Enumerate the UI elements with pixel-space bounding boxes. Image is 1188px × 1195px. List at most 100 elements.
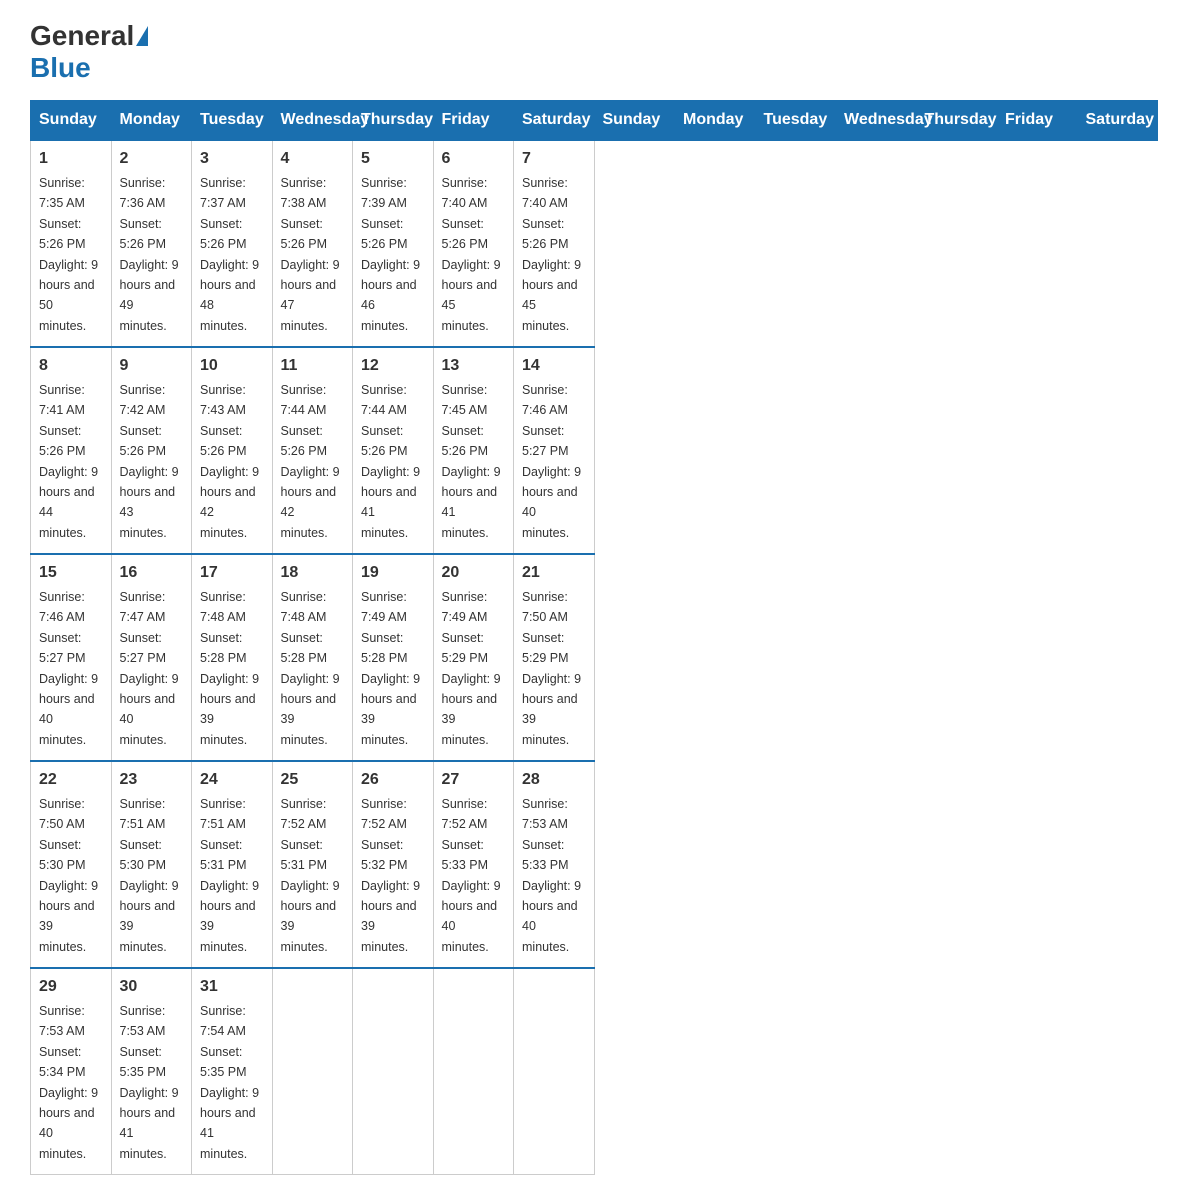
day-number: 16 — [120, 561, 184, 585]
calendar-day-cell: 23Sunrise: 7:51 AMSunset: 5:30 PMDayligh… — [111, 761, 192, 968]
day-header-sunday: Sunday — [594, 101, 675, 141]
day-info: Sunrise: 7:40 AMSunset: 5:26 PMDaylight:… — [522, 176, 581, 333]
day-header-friday: Friday — [997, 101, 1078, 141]
day-header-tuesday: Tuesday — [755, 101, 836, 141]
calendar-day-cell: 27 Sunrise: 7:52 AMSunset: 5:33 PMDayligh… — [433, 761, 514, 968]
calendar-day-cell: 26Sunrise: 7:52 AMSunset: 5:32 PMDayligh… — [353, 761, 434, 968]
day-number: 6 — [442, 147, 506, 171]
day-info: Sunrise: 7:38 AMSunset: 5:26 PMDaylight:… — [281, 176, 340, 333]
calendar-day-cell — [514, 968, 595, 1175]
day-number: 3 — [200, 147, 264, 171]
calendar-week-row: 22 Sunrise: 7:50 AMSunset: 5:30 PMDayligh… — [31, 761, 1158, 968]
day-number: 25 — [281, 768, 345, 792]
logo-triangle-icon — [136, 26, 148, 46]
calendar-day-cell: 28 Sunrise: 7:53 AMSunset: 5:33 PMDayligh… — [514, 761, 595, 968]
calendar-day-cell: 21Sunrise: 7:50 AMSunset: 5:29 PMDayligh… — [514, 554, 595, 761]
day-number: 24 — [200, 768, 264, 792]
day-info: Sunrise: 7:49 AMSunset: 5:29 PMDaylight:… — [442, 590, 501, 747]
day-info: Sunrise: 7:49 AMSunset: 5:28 PMDaylight:… — [361, 590, 420, 747]
day-number: 19 — [361, 561, 425, 585]
day-info: Sunrise: 7:53 AMSunset: 5:35 PMDaylight:… — [120, 1004, 179, 1161]
day-number: 11 — [281, 354, 345, 378]
calendar-day-cell: 14 Sunrise: 7:46 AMSunset: 5:27 PMDayligh… — [514, 347, 595, 554]
calendar-day-cell: 1Sunrise: 7:35 AMSunset: 5:26 PMDaylight… — [31, 140, 112, 347]
day-number: 7 — [522, 147, 586, 171]
logo-blue-text: Blue — [30, 52, 91, 84]
calendar-header-row: SundayMondayTuesdayWednesdayThursdayFrid… — [31, 101, 1158, 141]
day-info: Sunrise: 7:43 AMSunset: 5:26 PMDaylight:… — [200, 383, 259, 540]
calendar-day-cell: 18 Sunrise: 7:48 AMSunset: 5:28 PMDayligh… — [272, 554, 353, 761]
day-header-thursday: Thursday — [916, 101, 997, 141]
day-info: Sunrise: 7:47 AMSunset: 5:27 PMDaylight:… — [120, 590, 179, 747]
day-number: 31 — [200, 975, 264, 999]
day-number: 5 — [361, 147, 425, 171]
day-info: Sunrise: 7:52 AMSunset: 5:33 PMDaylight:… — [442, 797, 501, 954]
day-info: Sunrise: 7:46 AMSunset: 5:27 PMDaylight:… — [522, 383, 581, 540]
calendar-day-cell: 11 Sunrise: 7:44 AMSunset: 5:26 PMDayligh… — [272, 347, 353, 554]
calendar-day-cell: 13 Sunrise: 7:45 AMSunset: 5:26 PMDayligh… — [433, 347, 514, 554]
day-info: Sunrise: 7:42 AMSunset: 5:26 PMDaylight:… — [120, 383, 179, 540]
calendar-day-cell: 9Sunrise: 7:42 AMSunset: 5:26 PMDaylight… — [111, 347, 192, 554]
day-info: Sunrise: 7:45 AMSunset: 5:26 PMDaylight:… — [442, 383, 501, 540]
calendar-day-cell: 10 Sunrise: 7:43 AMSunset: 5:26 PMDayligh… — [192, 347, 273, 554]
calendar-day-cell: 30 Sunrise: 7:53 AMSunset: 5:35 PMDayligh… — [111, 968, 192, 1175]
day-info: Sunrise: 7:36 AMSunset: 5:26 PMDaylight:… — [120, 176, 179, 333]
calendar-week-row: 1Sunrise: 7:35 AMSunset: 5:26 PMDaylight… — [31, 140, 1158, 347]
day-number: 8 — [39, 354, 103, 378]
calendar-day-cell: 7 Sunrise: 7:40 AMSunset: 5:26 PMDaylight… — [514, 140, 595, 347]
day-info: Sunrise: 7:48 AMSunset: 5:28 PMDaylight:… — [200, 590, 259, 747]
day-number: 22 — [39, 768, 103, 792]
day-number: 17 — [200, 561, 264, 585]
day-info: Sunrise: 7:50 AMSunset: 5:30 PMDaylight:… — [39, 797, 98, 954]
day-info: Sunrise: 7:54 AMSunset: 5:35 PMDaylight:… — [200, 1004, 259, 1161]
calendar-day-cell: 19 Sunrise: 7:49 AMSunset: 5:28 PMDayligh… — [353, 554, 434, 761]
day-number: 18 — [281, 561, 345, 585]
day-info: Sunrise: 7:41 AMSunset: 5:26 PMDaylight:… — [39, 383, 98, 540]
day-number: 12 — [361, 354, 425, 378]
day-info: Sunrise: 7:51 AMSunset: 5:31 PMDaylight:… — [200, 797, 259, 954]
calendar-day-cell: 4 Sunrise: 7:38 AMSunset: 5:26 PMDaylight… — [272, 140, 353, 347]
day-number: 2 — [120, 147, 184, 171]
day-number: 4 — [281, 147, 345, 171]
calendar-table: SundayMondayTuesdayWednesdayThursdayFrid… — [30, 100, 1158, 1175]
calendar-day-cell: 12Sunrise: 7:44 AMSunset: 5:26 PMDayligh… — [353, 347, 434, 554]
day-info: Sunrise: 7:52 AMSunset: 5:31 PMDaylight:… — [281, 797, 340, 954]
day-info: Sunrise: 7:48 AMSunset: 5:28 PMDaylight:… — [281, 590, 340, 747]
day-header-thursday: Thursday — [353, 101, 434, 141]
day-header-wednesday: Wednesday — [272, 101, 353, 141]
day-info: Sunrise: 7:44 AMSunset: 5:26 PMDaylight:… — [281, 383, 340, 540]
calendar-day-cell — [272, 968, 353, 1175]
day-number: 20 — [442, 561, 506, 585]
day-number: 28 — [522, 768, 586, 792]
day-number: 30 — [120, 975, 184, 999]
day-info: Sunrise: 7:53 AMSunset: 5:33 PMDaylight:… — [522, 797, 581, 954]
calendar-day-cell: 20 Sunrise: 7:49 AMSunset: 5:29 PMDayligh… — [433, 554, 514, 761]
day-header-tuesday: Tuesday — [192, 101, 273, 141]
day-header-friday: Friday — [433, 101, 514, 141]
calendar-week-row: 29Sunrise: 7:53 AMSunset: 5:34 PMDayligh… — [31, 968, 1158, 1175]
calendar-day-cell: 17 Sunrise: 7:48 AMSunset: 5:28 PMDayligh… — [192, 554, 273, 761]
day-info: Sunrise: 7:53 AMSunset: 5:34 PMDaylight:… — [39, 1004, 98, 1161]
calendar-day-cell — [433, 968, 514, 1175]
calendar-day-cell: 31 Sunrise: 7:54 AMSunset: 5:35 PMDayligh… — [192, 968, 273, 1175]
day-number: 15 — [39, 561, 103, 585]
day-info: Sunrise: 7:50 AMSunset: 5:29 PMDaylight:… — [522, 590, 581, 747]
day-info: Sunrise: 7:37 AMSunset: 5:26 PMDaylight:… — [200, 176, 259, 333]
day-number: 26 — [361, 768, 425, 792]
calendar-day-cell: 25 Sunrise: 7:52 AMSunset: 5:31 PMDayligh… — [272, 761, 353, 968]
day-info: Sunrise: 7:46 AMSunset: 5:27 PMDaylight:… — [39, 590, 98, 747]
day-header-wednesday: Wednesday — [836, 101, 917, 141]
day-header-monday: Monday — [675, 101, 756, 141]
day-header-saturday: Saturday — [1077, 101, 1158, 141]
calendar-day-cell: 6Sunrise: 7:40 AMSunset: 5:26 PMDaylight… — [433, 140, 514, 347]
calendar-day-cell: 24 Sunrise: 7:51 AMSunset: 5:31 PMDayligh… — [192, 761, 273, 968]
calendar-day-cell: 22 Sunrise: 7:50 AMSunset: 5:30 PMDayligh… — [31, 761, 112, 968]
day-header-sunday: Sunday — [31, 101, 112, 141]
day-number: 13 — [442, 354, 506, 378]
day-number: 1 — [39, 147, 103, 171]
calendar-day-cell: 15 Sunrise: 7:46 AMSunset: 5:27 PMDayligh… — [31, 554, 112, 761]
page-header: General Blue — [30, 20, 1158, 84]
day-number: 10 — [200, 354, 264, 378]
day-number: 14 — [522, 354, 586, 378]
day-number: 27 — [442, 768, 506, 792]
